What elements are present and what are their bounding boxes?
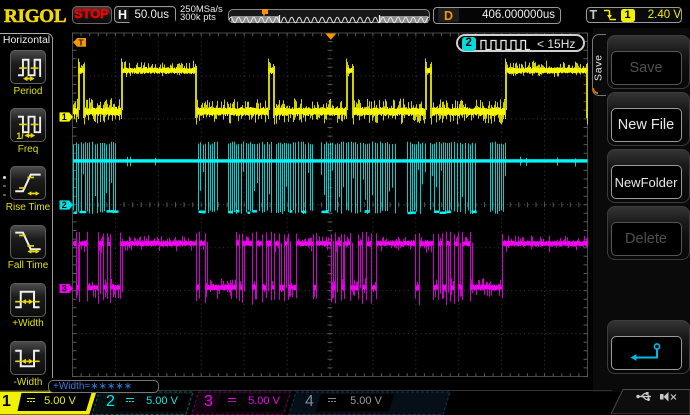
svg-text:3: 3 [62, 284, 67, 294]
svg-text:T: T [78, 38, 84, 48]
svg-text:2: 2 [62, 200, 67, 210]
svg-text:1: 1 [62, 112, 67, 122]
svg-text:Save: Save [593, 55, 605, 81]
svg-text:1/: 1/ [16, 130, 24, 139]
